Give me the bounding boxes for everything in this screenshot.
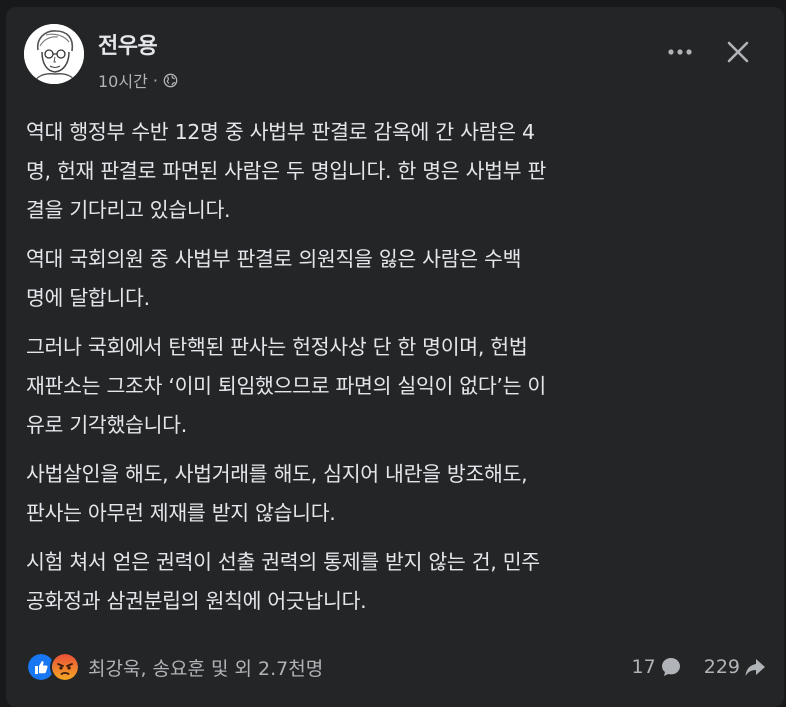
post-meta: 10시간 ·	[98, 69, 178, 91]
comment-icon	[661, 658, 680, 676]
post-footer: 최강욱, 송요훈 및 외 2.7천명 17 229	[26, 649, 766, 685]
comments-count[interactable]: 17	[632, 656, 682, 678]
reactions-summary[interactable]: 최강욱, 송요훈 및 외 2.7천명	[26, 652, 323, 682]
post-paragraph-1: 역대 행정부 수반 12명 중 사법부 판결로 감옥에 간 사람은 4 명, 헌…	[26, 120, 547, 222]
post-card: 전우용 10시간 · 역대 행정부 수반 12명 중 사법부 판결로 감옥에 간…	[6, 7, 784, 707]
shares-count[interactable]: 229	[704, 656, 766, 678]
post-paragraph-2: 역대 국회의원 중 사법부 판결로 의원직을 잃은 사람은 수백 명에 달합니다…	[26, 247, 522, 310]
post-paragraph-3: 그러나 국회에서 탄핵된 판사는 헌정사상 단 한 명이며, 헌법 재판소는 그…	[26, 335, 546, 437]
comments-number: 17	[631, 656, 656, 678]
more-dots-icon	[668, 49, 692, 55]
post-body: 역대 행정부 수반 12명 중 사법부 판결로 감옥에 간 사람은 4 명, 헌…	[26, 113, 774, 631]
avatar[interactable]	[24, 24, 84, 84]
reactions-text[interactable]: 최강욱, 송요훈 및 외 2.7천명	[88, 654, 323, 681]
close-button[interactable]	[720, 34, 756, 70]
author-name[interactable]: 전우용	[98, 28, 158, 60]
post-timestamp[interactable]: 10시간	[98, 68, 148, 92]
angry-icon	[50, 652, 80, 682]
more-options-button[interactable]	[662, 34, 698, 70]
meta-separator: ·	[152, 70, 158, 90]
post-paragraph-5: 시험 쳐서 얻은 권력이 선출 권력의 통제를 받지 않는 건, 민주 공화정과…	[26, 550, 540, 613]
avatar-sketch-portrait	[24, 24, 84, 84]
share-icon	[745, 659, 765, 676]
shares-number: 229	[703, 656, 740, 678]
close-icon	[727, 41, 749, 63]
post-paragraph-4: 사법살인을 해도, 사법거래를 해도, 심지어 내란을 방조해도, 판사는 아무…	[26, 462, 528, 525]
globe-icon[interactable]	[163, 73, 178, 88]
